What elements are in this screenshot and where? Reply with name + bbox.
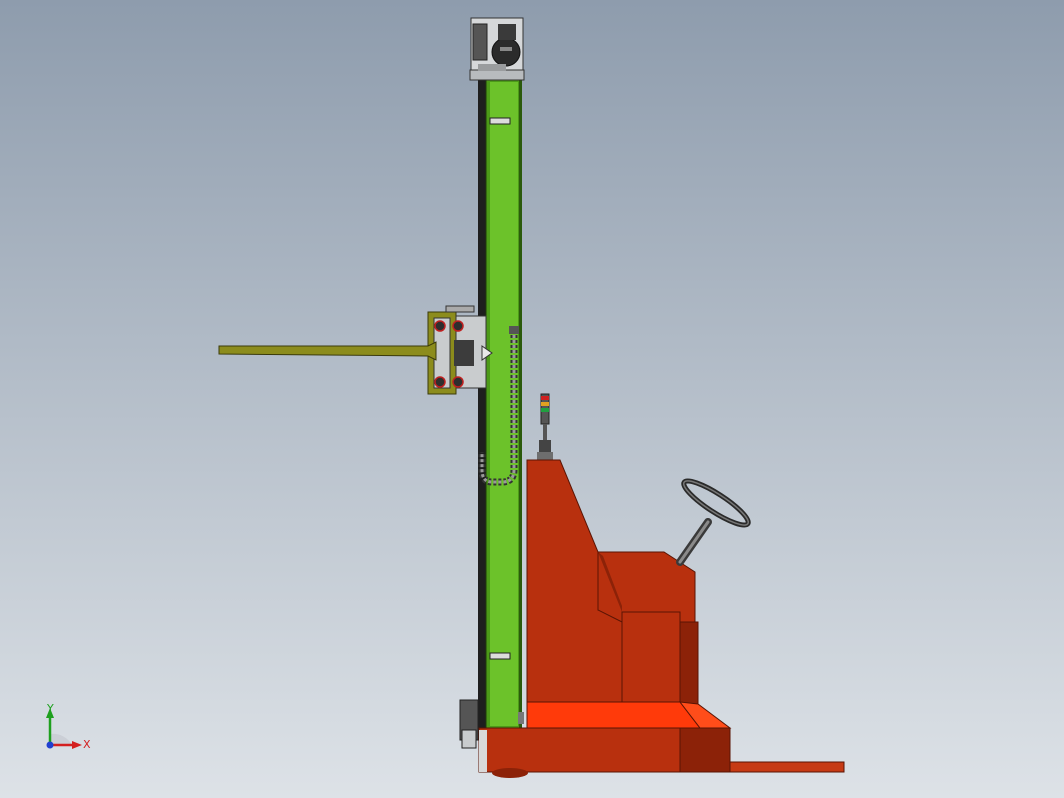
mast-rail-back <box>478 80 486 728</box>
carriage-block <box>454 340 474 366</box>
model-view[interactable]: Y X <box>0 0 1064 798</box>
green-lamp <box>541 408 549 412</box>
y-axis-label: Y <box>46 702 54 715</box>
lower-limit-switch <box>489 652 511 660</box>
x-axis-label: X <box>83 738 91 751</box>
roller <box>434 320 446 332</box>
red-lamp <box>541 396 549 400</box>
roller <box>434 376 446 388</box>
mast-column-face <box>490 82 518 726</box>
top-motor-assembly[interactable] <box>469 17 525 81</box>
cad-viewport[interactable]: Y X <box>0 0 1064 798</box>
fork-carriage[interactable] <box>427 305 493 395</box>
drive-wheel <box>492 768 528 778</box>
upper-limit-switch <box>489 117 511 125</box>
drive-motor <box>491 37 521 67</box>
gearbox <box>472 23 488 61</box>
step-platform <box>621 611 681 705</box>
mast[interactable] <box>478 79 524 729</box>
z-axis-dot <box>46 741 54 749</box>
rear-fork-leg <box>729 761 845 773</box>
mast-top-plate <box>469 69 525 81</box>
deck-plate <box>526 701 702 729</box>
roller <box>452 376 464 388</box>
amber-lamp <box>541 402 549 406</box>
roller <box>452 320 464 332</box>
